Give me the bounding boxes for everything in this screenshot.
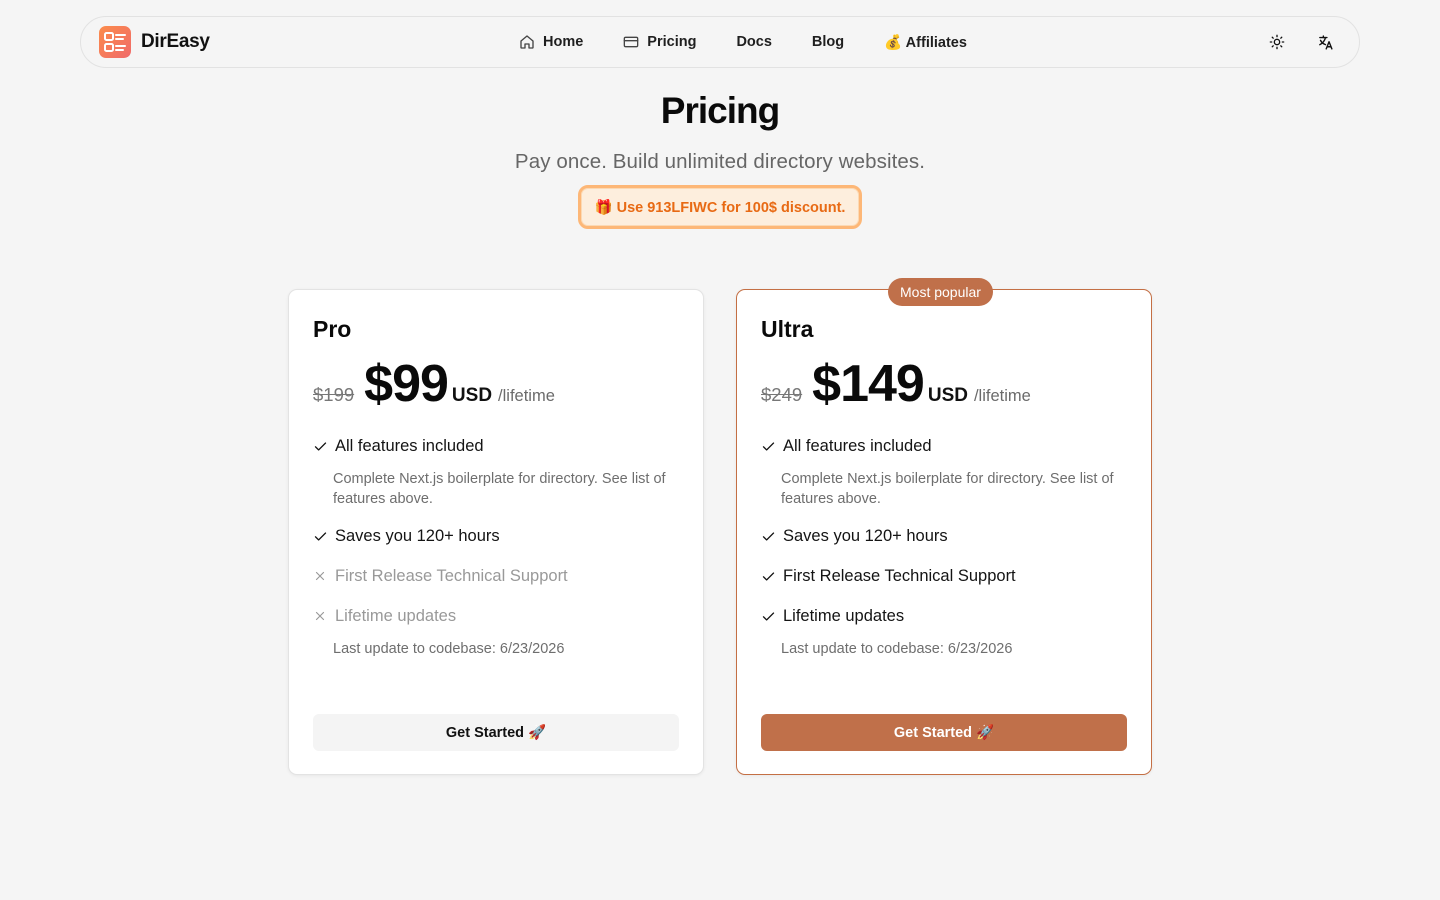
pricing-card-ultra: Most popular Ultra $249 $149 USD /lifeti… xyxy=(736,278,1152,775)
price-row: $249 $149 USD /lifetime xyxy=(761,354,1031,414)
nav-docs-label: Docs xyxy=(736,34,772,50)
feature-note: Last update to codebase: 6/23/2026 xyxy=(333,641,565,657)
feature-item: All features included xyxy=(313,433,484,459)
cta-label: Get Started 🚀 xyxy=(445,725,547,741)
nav-pricing[interactable]: Pricing xyxy=(621,25,698,59)
price: $149 xyxy=(812,355,925,413)
feature-note: Complete Next.js boilerplate for directo… xyxy=(333,471,666,507)
check-icon xyxy=(761,529,783,544)
sun-icon xyxy=(1269,34,1285,50)
feature-label: Lifetime updates xyxy=(783,606,905,625)
check-icon xyxy=(313,439,335,454)
nav-affiliates[interactable]: 💰 Affiliates xyxy=(882,25,969,59)
nav-pricing-label: Pricing xyxy=(647,34,697,50)
feature-label: Lifetime updates xyxy=(335,606,457,625)
billing-period: /lifetime xyxy=(498,387,555,405)
badge-label: Most popular xyxy=(900,284,981,300)
feature-item: Saves you 120+ hours xyxy=(313,523,500,549)
price-row: $199 $99 USD /lifetime xyxy=(313,354,555,414)
feature-label: All features included xyxy=(783,436,932,455)
old-price: $249 xyxy=(761,384,803,405)
old-price: $199 xyxy=(313,384,355,405)
get-started-button[interactable]: Get Started 🚀 xyxy=(313,714,679,751)
nav-home[interactable]: Home xyxy=(517,25,585,59)
feature-item: First Release Technical Support xyxy=(761,563,1016,589)
main-nav: Home Pricing Docs Blog 💰 Affiliates xyxy=(517,17,969,67)
coupon-text: 🎁 Use 913LFIWC for 100$ discount. xyxy=(594,199,846,216)
brand-name: DirEasy xyxy=(141,31,210,52)
feature-item: First Release Technical Support xyxy=(313,563,568,589)
check-icon xyxy=(313,529,335,544)
feature-label: Saves you 120+ hours xyxy=(783,526,948,545)
nav-blog[interactable]: Blog xyxy=(810,25,846,59)
theme-toggle-button[interactable] xyxy=(1265,30,1289,54)
card-icon xyxy=(623,36,639,48)
plan-name: Pro xyxy=(313,316,352,342)
price: $99 xyxy=(364,355,449,413)
brand[interactable]: DirEasy xyxy=(99,26,210,58)
x-icon xyxy=(313,569,335,583)
translate-icon xyxy=(1318,34,1333,50)
most-popular-badge: Most popular xyxy=(888,278,993,306)
currency: USD xyxy=(451,385,493,406)
nav-blog-label: Blog xyxy=(811,34,845,50)
cta-label: Get Started 🚀 xyxy=(893,725,995,741)
nav-affiliates-label: 💰 Affiliates xyxy=(884,34,967,51)
logo-icon xyxy=(99,26,131,58)
currency: USD xyxy=(927,385,968,406)
feature-note: Complete Next.js boilerplate for directo… xyxy=(781,471,1114,507)
feature-item: Lifetime updates xyxy=(761,603,904,629)
feature-note: Last update to codebase: 6/23/2026 xyxy=(781,641,1013,657)
page-subtitle: Pay once. Build unlimited directory webs… xyxy=(514,150,926,173)
page-title: Pricing xyxy=(660,90,780,131)
check-icon xyxy=(761,439,783,454)
get-started-button[interactable]: Get Started 🚀 xyxy=(761,714,1127,751)
feature-item: Saves you 120+ hours xyxy=(761,523,948,549)
check-icon xyxy=(761,569,783,584)
nav-home-label: Home xyxy=(543,34,584,50)
coupon-banner: 🎁 Use 913LFIWC for 100$ discount. xyxy=(578,185,862,229)
language-button[interactable] xyxy=(1313,30,1337,54)
feature-label: Saves you 120+ hours xyxy=(335,526,500,545)
feature-label: All features included xyxy=(335,436,484,455)
pricing-card-pro: Pro $199 $99 USD /lifetime All features … xyxy=(288,289,704,775)
feature-label: First Release Technical Support xyxy=(783,566,1016,585)
top-navbar: DirEasy Home Pricing Docs Blog 💰 Affilia… xyxy=(80,16,1360,68)
billing-period: /lifetime xyxy=(973,387,1031,405)
home-icon xyxy=(520,35,534,49)
plan-name: Ultra xyxy=(761,316,814,342)
feature-item: All features included xyxy=(761,433,932,459)
feature-label: First Release Technical Support xyxy=(335,566,568,585)
x-icon xyxy=(313,609,335,623)
nav-docs[interactable]: Docs xyxy=(734,25,773,59)
feature-item: Lifetime updates xyxy=(313,603,456,629)
check-icon xyxy=(761,609,783,624)
